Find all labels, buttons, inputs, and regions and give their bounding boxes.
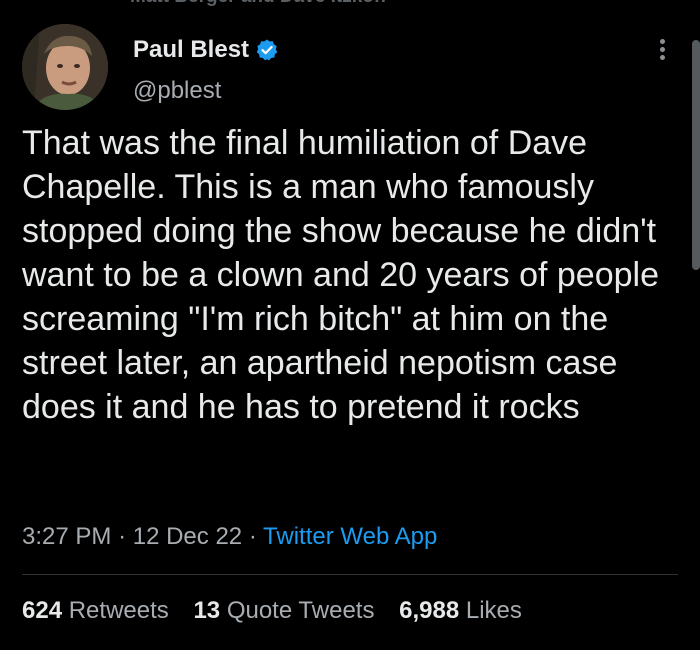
tweet-metadata: 3:27 PM · 12 Dec 22 · Twitter Web App bbox=[22, 521, 437, 553]
name-row: Paul Blest bbox=[133, 35, 279, 65]
likes-count: 6,988 bbox=[399, 597, 460, 624]
retweets-label: Retweets bbox=[68, 597, 169, 624]
author-handle[interactable]: @pblest bbox=[133, 76, 221, 106]
tweet-date[interactable]: 12 Dec 22 bbox=[133, 523, 242, 550]
retweets-count: 624 bbox=[22, 597, 63, 624]
avatar[interactable] bbox=[22, 24, 108, 110]
tweet-header: Paul Blest @pblest bbox=[22, 24, 678, 110]
meta-separator: · bbox=[118, 523, 127, 550]
tweet-source-link[interactable]: Twitter Web App bbox=[263, 523, 437, 550]
more-options-icon[interactable] bbox=[652, 36, 672, 72]
tweet-text: That was the final humiliation of Dave C… bbox=[22, 124, 659, 426]
avatar-photo-icon bbox=[22, 24, 108, 110]
divider bbox=[22, 574, 678, 575]
quote-tweets-count: 13 bbox=[193, 597, 221, 624]
author-display-name[interactable]: Paul Blest bbox=[133, 35, 249, 65]
verified-badge-icon bbox=[255, 38, 279, 62]
meta-separator: · bbox=[248, 523, 257, 550]
quote-tweets-label: Quote Tweets bbox=[226, 597, 375, 624]
quote-tweets-stat[interactable]: 13 Quote Tweets bbox=[193, 597, 374, 624]
scrollbar[interactable] bbox=[692, 40, 700, 270]
likes-label: Likes bbox=[465, 597, 522, 624]
previous-tweet-cutoff-text: Matt Berger and Dave Itzkoff bbox=[130, 0, 387, 8]
retweets-stat[interactable]: 624 Retweets bbox=[22, 597, 169, 624]
tweet-time[interactable]: 3:27 PM bbox=[22, 523, 111, 550]
likes-stat[interactable]: 6,988 Likes bbox=[399, 597, 522, 624]
tweet-stats: 624 Retweets 13 Quote Tweets 6,988 Likes bbox=[22, 595, 540, 627]
